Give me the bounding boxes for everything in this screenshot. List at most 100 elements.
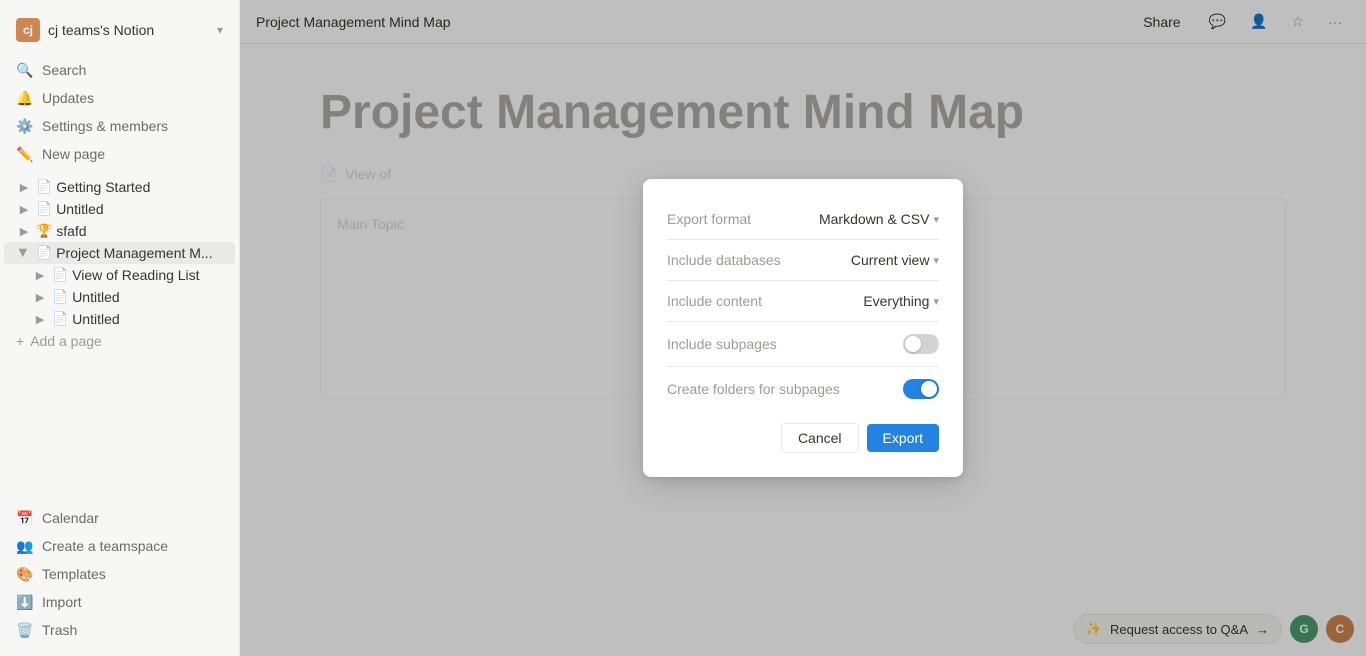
export-button[interactable]: Export xyxy=(867,424,939,452)
export-format-row: Export format Markdown & CSV ▾ xyxy=(667,203,939,235)
trophy-icon: 🏆 xyxy=(36,223,52,239)
page-doc-icon: 📄 xyxy=(36,245,52,261)
include-content-label: Include content xyxy=(667,293,762,309)
chevron-down-icon: ▾ xyxy=(933,213,939,226)
include-content-value: Everything xyxy=(863,293,929,309)
main-area: Project Management Mind Map Share 💬 👤 ☆ … xyxy=(240,0,1366,656)
sidebar-page-sfafd[interactable]: ▶ 🏆 sfafd xyxy=(4,220,235,242)
dialog-divider-3 xyxy=(667,321,939,322)
chevron-icon: ▶ xyxy=(32,289,48,305)
sidebar-item-teamspace-label: Create a teamspace xyxy=(42,538,168,554)
sidebar-item-trash[interactable]: 🗑️ Trash xyxy=(4,616,235,644)
sidebar-footer: 📅 Calendar 👥 Create a teamspace 🎨 Templa… xyxy=(0,500,239,648)
chevron-icon: ▶ xyxy=(16,245,32,261)
sidebar-page-untitled-2[interactable]: ▶ 📄 Untitled xyxy=(4,286,235,308)
sidebar-item-settings[interactable]: ⚙️ Settings & members xyxy=(4,112,235,140)
add-page-label: Add a page xyxy=(30,333,102,349)
modal-overlay: Export format Markdown & CSV ▾ Include d… xyxy=(240,0,1366,656)
sidebar-item-new-page[interactable]: ✏️ New page xyxy=(4,140,235,168)
dialog-divider-4 xyxy=(667,366,939,367)
chevron-icon: ▶ xyxy=(16,201,32,217)
workspace-avatar: cj xyxy=(16,18,40,42)
dialog-actions: Cancel Export xyxy=(667,423,939,453)
include-subpages-toggle[interactable] xyxy=(903,334,939,354)
add-icon: + xyxy=(16,333,24,349)
sidebar-item-updates-label: Updates xyxy=(42,90,94,106)
sidebar-nav-section: 🔍 Search 🔔 Updates ⚙️ Settings & members… xyxy=(0,56,239,168)
sidebar-item-import[interactable]: ⬇️ Import xyxy=(4,588,235,616)
sidebar-page-untitled-1[interactable]: ▶ 📄 Untitled xyxy=(4,198,235,220)
include-subpages-toggle-container xyxy=(903,334,939,354)
sidebar-page-sfafd-label: sfafd xyxy=(56,223,223,239)
include-content-select[interactable]: Everything ▾ xyxy=(863,293,939,309)
chevron-icon: ▶ xyxy=(32,311,48,327)
sidebar-page-untitled-3[interactable]: ▶ 📄 Untitled xyxy=(4,308,235,330)
chevron-icon: ▶ xyxy=(16,223,32,239)
sidebar-page-reading-list[interactable]: ▶ 📄 View of Reading List xyxy=(4,264,235,286)
sidebar: cj cj teams's Notion ▾ 🔍 Search 🔔 Update… xyxy=(0,0,240,656)
sidebar-item-import-label: Import xyxy=(42,594,82,610)
export-format-label: Export format xyxy=(667,211,751,227)
include-databases-label: Include databases xyxy=(667,252,781,268)
sidebar-page-getting-started[interactable]: ▶ 📄 Getting Started xyxy=(4,176,235,198)
sidebar-page-untitled-2-label: Untitled xyxy=(72,289,223,305)
include-subpages-row: Include subpages xyxy=(667,326,939,362)
sidebar-page-untitled-1-label: Untitled xyxy=(56,201,223,217)
new-page-icon: ✏️ xyxy=(16,145,34,163)
sidebar-item-calendar[interactable]: 📅 Calendar xyxy=(4,504,235,532)
sidebar-item-trash-label: Trash xyxy=(42,622,77,638)
export-dialog: Export format Markdown & CSV ▾ Include d… xyxy=(643,179,963,477)
include-databases-select[interactable]: Current view ▾ xyxy=(851,252,939,268)
workspace-header[interactable]: cj cj teams's Notion ▾ xyxy=(8,12,231,48)
create-folders-label: Create folders for subpages xyxy=(667,381,840,397)
create-folders-toggle[interactable] xyxy=(903,379,939,399)
export-format-select[interactable]: Markdown & CSV ▾ xyxy=(819,211,939,227)
cancel-button[interactable]: Cancel xyxy=(781,423,859,453)
dialog-divider-2 xyxy=(667,280,939,281)
trash-icon: 🗑️ xyxy=(16,621,34,639)
dialog-divider-1 xyxy=(667,239,939,240)
sidebar-page-getting-started-label: Getting Started xyxy=(56,179,223,195)
calendar-icon: 📅 xyxy=(16,509,34,527)
sidebar-item-search[interactable]: 🔍 Search xyxy=(4,56,235,84)
templates-icon: 🎨 xyxy=(16,565,34,583)
sidebar-item-templates-label: Templates xyxy=(42,566,106,582)
create-folders-toggle-container xyxy=(903,379,939,399)
sidebar-item-templates[interactable]: 🎨 Templates xyxy=(4,560,235,588)
chevron-down-icon: ▾ xyxy=(933,295,939,308)
sidebar-page-untitled-3-label: Untitled xyxy=(72,311,223,327)
page-doc-icon: 📄 xyxy=(36,179,52,195)
chevron-icon: ▶ xyxy=(32,267,48,283)
workspace-chevron-icon: ▾ xyxy=(217,23,223,37)
sidebar-page-project-mgmt-label: Project Management M... xyxy=(56,245,223,261)
chevron-icon: ▶ xyxy=(16,179,32,195)
teamspace-icon: 👥 xyxy=(16,537,34,555)
sidebar-item-calendar-label: Calendar xyxy=(42,510,99,526)
import-icon: ⬇️ xyxy=(16,593,34,611)
sidebar-item-updates[interactable]: 🔔 Updates xyxy=(4,84,235,112)
toggle-knob xyxy=(921,381,937,397)
sidebar-pages-section: ▶ 📄 Getting Started ▶ 📄 Untitled ▶ 🏆 sfa… xyxy=(0,176,239,500)
sidebar-page-reading-list-label: View of Reading List xyxy=(72,267,223,283)
sidebar-item-search-label: Search xyxy=(42,62,86,78)
sidebar-page-project-mgmt[interactable]: ▶ 📄 Project Management M... xyxy=(4,242,235,264)
include-content-row: Include content Everything ▾ xyxy=(667,285,939,317)
include-databases-value: Current view xyxy=(851,252,930,268)
chevron-down-icon: ▾ xyxy=(933,254,939,267)
create-folders-row: Create folders for subpages xyxy=(667,371,939,407)
add-page-button[interactable]: + Add a page xyxy=(4,330,235,352)
include-subpages-label: Include subpages xyxy=(667,336,777,352)
workspace-name: cj teams's Notion xyxy=(48,22,209,38)
sidebar-item-settings-label: Settings & members xyxy=(42,118,168,134)
sidebar-item-teamspace[interactable]: 👥 Create a teamspace xyxy=(4,532,235,560)
page-doc-icon: 📄 xyxy=(36,201,52,217)
settings-icon: ⚙️ xyxy=(16,117,34,135)
page-doc-icon: 📄 xyxy=(52,289,68,305)
page-doc-icon: 📄 xyxy=(52,267,68,283)
search-icon: 🔍 xyxy=(16,61,34,79)
updates-icon: 🔔 xyxy=(16,89,34,107)
page-doc-icon: 📄 xyxy=(52,311,68,327)
export-format-value: Markdown & CSV xyxy=(819,211,929,227)
sidebar-item-new-page-label: New page xyxy=(42,146,105,162)
include-databases-row: Include databases Current view ▾ xyxy=(667,244,939,276)
